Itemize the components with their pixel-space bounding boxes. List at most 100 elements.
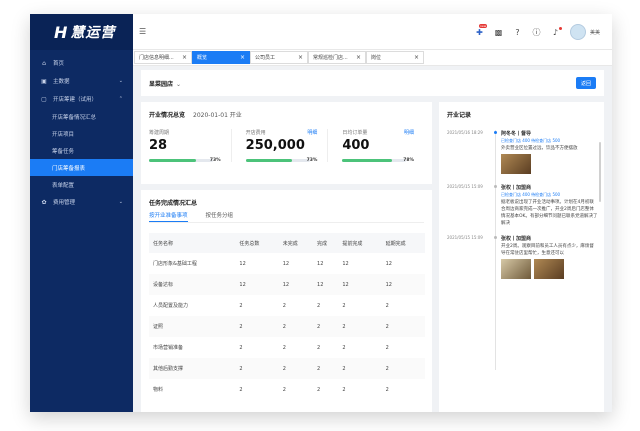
store-bar: 显菜园店 ⌄ 返回: [141, 70, 604, 96]
timeline-dot: [494, 185, 497, 188]
menu-toggle-icon[interactable]: ☰: [139, 27, 146, 36]
table-cell: 2: [385, 344, 389, 351]
table-cell: 12: [317, 260, 324, 267]
table-cell: 2: [342, 344, 346, 351]
bell-icon[interactable]: ♪: [551, 26, 562, 37]
sidebar-item-cost[interactable]: ✿ 费用管理 ⌄: [30, 193, 133, 211]
metric-value: 400: [342, 138, 370, 153]
topbar: ☰ ✚ new ▩ ? ⓘ ♪ 美美: [133, 14, 612, 50]
scrollbar[interactable]: [599, 142, 601, 202]
table-cell: 其他后勤支撑: [149, 358, 236, 379]
sidebar-sub-item-active[interactable]: 门店筹备报表: [30, 159, 133, 176]
close-icon[interactable]: ×: [240, 54, 245, 61]
table-cell: 2: [317, 344, 321, 351]
progress-fill: [245, 159, 293, 162]
metric-value: 28: [149, 138, 168, 153]
table-row: 门店形象&基础工程 12 12 12 12 12: [149, 253, 425, 274]
column-header: 未完成: [278, 233, 314, 253]
progress-bar: [149, 159, 213, 162]
table-cell: 2: [278, 358, 314, 379]
opening-records-card: 开业记录 2021/05/16 18:29 阿冬冬丨督导 已检查门店 400 待检查…: [439, 102, 604, 412]
store-selector[interactable]: 显菜园店 ⌄: [149, 79, 181, 88]
progress-fill: [149, 159, 196, 162]
table-cell: 2: [239, 386, 243, 393]
notification-dot: [558, 26, 562, 30]
sidebar-sub-item[interactable]: 表单配置: [30, 176, 133, 193]
table-row: 市场营销准备 2 2 2 2 2: [149, 337, 425, 358]
sidebar-item-home[interactable]: ⌂ 首页: [30, 54, 133, 72]
table-cell: 2: [381, 316, 425, 337]
app-window: H 慧运营 ⌂ 首页 ▣ 主数据 ⌄ ▢ 开店筹建（试用） ⌃ 开店筹备情况汇总…: [30, 14, 612, 412]
entry-photo[interactable]: [534, 259, 564, 279]
table-cell: 2: [338, 316, 382, 337]
store-icon: ▢: [41, 95, 47, 103]
entry-author: 阿冬冬丨督导: [501, 131, 532, 137]
entry-photos: [501, 257, 598, 281]
details-link[interactable]: 明细: [404, 129, 414, 136]
table-row: 其他后勤支撑 2 2 2 2 2: [149, 358, 425, 379]
table-cell: 2: [381, 358, 425, 379]
entry-photo[interactable]: [501, 154, 531, 174]
table-cell: 2: [338, 358, 382, 379]
progress-label: 73%: [209, 158, 221, 163]
table-cell: 2: [235, 316, 279, 337]
opening-date: 2020-01-01 开业: [193, 112, 242, 119]
tab-label: 岗位: [371, 55, 382, 61]
tab-employees[interactable]: 公司员工 ×: [250, 51, 308, 64]
close-icon[interactable]: ×: [298, 54, 303, 61]
sidebar-sub-item[interactable]: 开店筹备情况汇总: [30, 108, 133, 125]
info-icon[interactable]: ⓘ: [532, 28, 541, 37]
user-name[interactable]: 美美: [590, 29, 600, 36]
details-link[interactable]: 明细: [307, 129, 317, 136]
entry-time: 2021/05/15 15:09: [447, 235, 483, 240]
puzzle-icon[interactable]: ✚ new: [475, 23, 488, 37]
tab-positions[interactable]: 岗位 ×: [366, 51, 424, 64]
home-icon: ⌂: [42, 59, 46, 67]
sidebar-item-master-data[interactable]: ▣ 主数据 ⌄: [30, 72, 133, 90]
metric-label: 筹建周期: [149, 130, 170, 136]
sidebar-sub-item[interactable]: 开店项目: [30, 125, 133, 142]
sidebar-item-store-prep[interactable]: ▢ 开店筹建（试用） ⌃: [30, 90, 133, 108]
opening-summary-card: 开业情况总览 2020-01-01 开业 筹建周期 28 73% 开店费用 明细 …: [141, 102, 432, 184]
table-header-row: 任务名称 任务总数 未完成 完成 提前完成 延期完成: [149, 233, 425, 253]
tasks-title: 任务完成情况汇总: [149, 200, 198, 207]
subtab-by-prep-item[interactable]: 按开业准备事项: [149, 211, 188, 222]
tab-label: 公司员工: [255, 55, 276, 61]
logo-text: 慧运营: [70, 25, 116, 41]
progress-fill: [342, 159, 393, 162]
avatar[interactable]: [569, 24, 586, 40]
tab-inspection[interactable]: 常规巡检门店... ×: [308, 51, 366, 64]
summary-title: 开业情况总览 2020-01-01 开业: [149, 110, 424, 119]
progress-bar: [245, 159, 310, 162]
table-cell: 2: [317, 386, 321, 393]
summary-title-text: 开业情况总览: [149, 112, 186, 119]
table-cell: 证照: [149, 316, 236, 337]
entry-time: 2021/05/16 18:29: [447, 130, 483, 135]
help-icon[interactable]: ?: [513, 28, 522, 37]
close-icon[interactable]: ×: [356, 54, 361, 61]
column-header: 任务总数: [235, 233, 279, 253]
table-row: 人员配置及能力 2 2 2 2 2: [149, 295, 425, 316]
table-cell: 2: [313, 316, 339, 337]
metrics-row: 筹建周期 28 73% 开店费用 明细 250,000 73% 日均订单量 明细…: [149, 129, 424, 163]
timeline-entry: 2021/05/15 15:09 张权丨加盟商 已检查门店 400 待检查门店 50…: [447, 184, 598, 227]
tab-store-info[interactable]: 门店信息明细... ×: [134, 51, 192, 64]
chevron-up-icon: ⌃: [118, 96, 123, 102]
close-icon[interactable]: ×: [182, 54, 187, 61]
timeline-list: 2021/05/16 18:29 阿冬冬丨督导 已检查门店 400 待检查门店 50…: [447, 130, 598, 289]
entry-photo[interactable]: [501, 259, 531, 279]
table-cell: 12: [282, 260, 290, 267]
back-button[interactable]: 返回: [576, 77, 596, 89]
table-cell: 12: [342, 260, 349, 267]
entry-author: 张权丨加盟商: [501, 185, 532, 191]
table-cell: 市场营销准备: [153, 345, 184, 351]
close-icon[interactable]: ×: [414, 54, 419, 61]
table-cell: 12: [235, 274, 279, 295]
sidebar-sub-item[interactable]: 筹备任务: [30, 142, 133, 159]
image-icon[interactable]: ▩: [494, 28, 503, 37]
table-cell: 2: [317, 302, 321, 309]
metric-opening-cost: 开店费用 明细 250,000 73%: [230, 129, 328, 163]
subtab-by-task-group[interactable]: 按任务分组: [206, 211, 234, 222]
logo[interactable]: H 慧运营: [30, 14, 133, 50]
tab-overview[interactable]: 概览 ×: [192, 51, 250, 64]
